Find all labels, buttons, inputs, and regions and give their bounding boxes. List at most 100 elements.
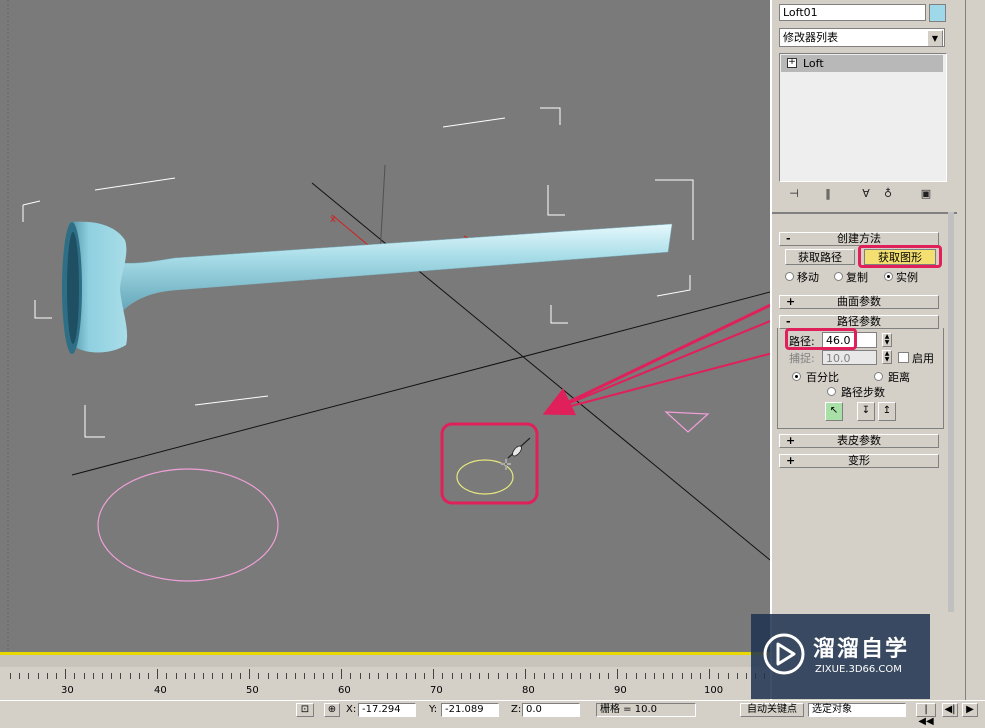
path-steps-radio[interactable] — [827, 387, 836, 396]
ruler-tick — [19, 673, 20, 679]
snap-value-input[interactable]: 10.0 — [822, 350, 877, 365]
ruler-tick — [120, 673, 121, 679]
rollout-toggle: + — [786, 454, 796, 467]
copy-label: 复制 — [846, 271, 868, 284]
modifier-list-label: 修改器列表 — [783, 31, 838, 44]
go-to-start-icon[interactable]: |◀◀ — [916, 703, 936, 727]
perspective-viewport[interactable]: x — [0, 0, 770, 652]
ruler-tick — [350, 673, 351, 679]
circle-shape[interactable] — [97, 468, 279, 582]
enable-label: 启用 — [912, 352, 934, 365]
ruler-tick — [332, 673, 333, 679]
ruler-label: 50 — [246, 685, 259, 696]
path-steps-label: 路径步数 — [841, 386, 885, 399]
path-spinner[interactable]: ▲ ▼ — [882, 333, 892, 347]
instance-radio[interactable] — [884, 272, 893, 281]
snap-spinner[interactable]: ▲ ▼ — [882, 350, 892, 364]
rollout-title: 变形 — [848, 454, 870, 467]
ruler-label: 70 — [430, 685, 443, 696]
triangle-shape[interactable] — [664, 411, 710, 433]
ruler-tick — [194, 673, 195, 679]
ruler-tick — [636, 673, 637, 679]
move-label: 移动 — [797, 271, 819, 284]
absolute-mode-icon[interactable]: ⊕ — [324, 703, 340, 717]
stack-item-loft[interactable]: + Loft — [781, 55, 943, 72]
remove-modifier-icon[interactable]: ♁ — [881, 187, 895, 201]
object-color-swatch[interactable] — [929, 4, 946, 22]
rollout-deformation[interactable]: + 变形 — [779, 454, 939, 468]
ruler-tick — [728, 673, 729, 679]
auto-key-button[interactable]: 自动关键点 — [740, 703, 804, 717]
z-coord-field[interactable]: 0.0 — [522, 703, 580, 717]
ruler-tick — [56, 673, 57, 679]
annotation-arrow — [542, 303, 770, 416]
command-panel: Loft01 修改器列表 ▼ + Loft ⊣ ‖ ∀ ♁ ▣ - 创建方法 获… — [770, 0, 985, 717]
ruler-tick — [525, 669, 526, 679]
watermark-brand: 溜溜自学 — [813, 637, 910, 662]
pin-stack-icon[interactable]: ⊣ — [787, 187, 801, 201]
target-ellipse-shape[interactable] — [456, 459, 514, 495]
ruler-tick — [534, 673, 535, 679]
ruler-tick — [452, 673, 453, 679]
previous-shape-icon[interactable]: ↧ — [857, 402, 875, 421]
show-end-result-icon[interactable]: ‖ — [821, 187, 835, 201]
percentage-radio[interactable] — [792, 372, 801, 381]
ruler-label: 40 — [154, 685, 167, 696]
modifier-stack[interactable]: + Loft — [779, 53, 947, 182]
time-slider-track[interactable] — [0, 655, 770, 667]
ruler-label: 60 — [338, 685, 351, 696]
ruler-tick — [222, 673, 223, 679]
modifier-list-dropdown[interactable]: 修改器列表 ▼ — [779, 28, 945, 47]
ruler-tick — [709, 669, 710, 679]
ruler-tick — [286, 673, 287, 679]
annotation-arrow — [547, 320, 770, 413]
ruler-tick — [258, 673, 259, 679]
y-coord-field[interactable]: -21.089 — [441, 703, 499, 717]
lock-selection-icon[interactable]: ⊡ — [296, 703, 314, 717]
ruler-tick — [746, 673, 747, 679]
copy-radio[interactable] — [834, 272, 843, 281]
ruler-tick — [544, 673, 545, 679]
move-radio[interactable] — [785, 272, 794, 281]
ruler-tick — [562, 673, 563, 679]
rollout-toggle: + — [786, 295, 796, 308]
grid-axis-line — [71, 291, 770, 476]
x-coord-field[interactable]: -17.294 — [358, 703, 416, 717]
rollout-skin-params[interactable]: + 表皮参数 — [779, 434, 939, 448]
next-shape-icon[interactable]: ↥ — [878, 402, 896, 421]
rollout-path-params[interactable]: - 路径参数 — [779, 315, 939, 329]
play-icon[interactable]: ▶ — [962, 703, 978, 717]
distance-label: 距离 — [888, 371, 910, 384]
ruler-tick — [498, 673, 499, 679]
pick-shape-icon[interactable]: ↖ — [825, 402, 843, 421]
ruler-tick — [700, 673, 701, 679]
object-name-field[interactable]: Loft01 — [779, 4, 926, 21]
loft-object[interactable] — [62, 221, 673, 354]
ruler-tick — [268, 673, 269, 679]
ruler-tick — [360, 673, 361, 679]
enable-checkbox[interactable] — [898, 352, 909, 363]
ruler-tick — [626, 673, 627, 679]
ruler-tick — [378, 673, 379, 679]
rollout-surface-params[interactable]: + 曲面参数 — [779, 295, 939, 309]
chevron-down-icon[interactable]: ▼ — [927, 30, 943, 46]
configure-sets-icon[interactable]: ▣ — [919, 187, 933, 201]
expand-icon[interactable]: + — [787, 58, 797, 68]
ruler-tick — [176, 673, 177, 679]
x-coord-label: X: — [346, 704, 357, 715]
rollout-title: 曲面参数 — [837, 295, 881, 308]
make-unique-icon[interactable]: ∀ — [859, 187, 873, 201]
ruler-tick — [406, 673, 407, 679]
set-key-filter-dropdown[interactable]: 选定对象 — [808, 703, 906, 717]
panel-scrollbar[interactable] — [948, 212, 954, 612]
distance-radio[interactable] — [874, 372, 883, 381]
ruler-tick — [203, 673, 204, 679]
previous-frame-icon[interactable]: ◀| — [942, 703, 958, 717]
ruler-tick — [488, 673, 489, 679]
rollout-creation-method[interactable]: - 创建方法 — [779, 232, 939, 246]
status-bar: ⊡ ⊕ X: -17.294 Y: -21.089 Z: 0.0 栅格 = 10… — [0, 700, 985, 727]
watermark-logo-icon — [763, 633, 805, 675]
ruler-tick — [590, 673, 591, 679]
time-ruler[interactable]: 30 40 50 60 70 80 90 100 — [0, 655, 770, 699]
get-path-button[interactable]: 获取路径 — [785, 249, 855, 265]
